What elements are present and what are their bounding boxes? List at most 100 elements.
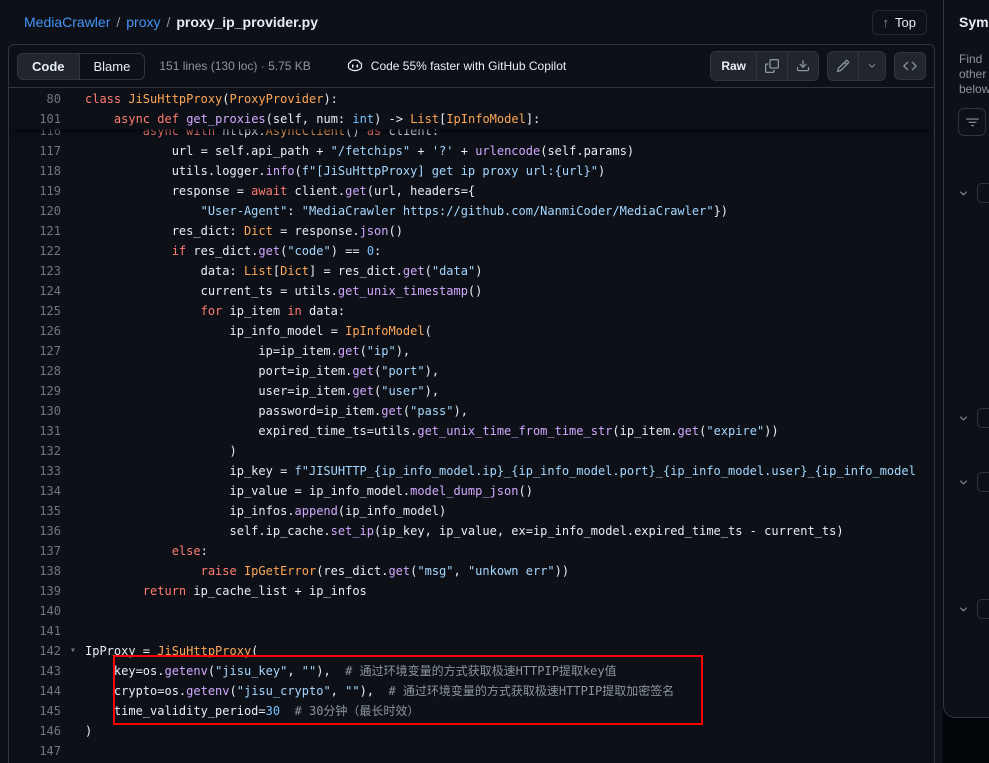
line-number[interactable]: 144 (9, 681, 61, 701)
code-line: 122 if res_dict.get("code") == 0: (9, 241, 934, 261)
symbol-item[interactable] (977, 599, 989, 619)
line-number[interactable]: 139 (9, 581, 61, 601)
filter-button[interactable] (958, 108, 986, 136)
symbols-desc-line: other (959, 67, 989, 82)
symbol-item[interactable] (977, 408, 989, 428)
gutter (61, 321, 85, 341)
breadcrumb-repo-link[interactable]: MediaCrawler (24, 14, 110, 30)
symbols-desc-line: Find (959, 52, 989, 67)
line-number[interactable]: 145 (9, 701, 61, 721)
code-line: 146) (9, 721, 934, 741)
gutter (61, 341, 85, 361)
code-line: 131 expired_time_ts=utils.get_unix_time_… (9, 421, 934, 441)
line-number[interactable]: 117 (9, 141, 61, 161)
line-number[interactable]: 101 (9, 109, 61, 129)
line-number[interactable]: 143 (9, 661, 61, 681)
line-number[interactable]: 134 (9, 481, 61, 501)
code-line: 121 res_dict: Dict = response.json() (9, 221, 934, 241)
file-toolbar: Code Blame 151 lines (130 loc) · 5.75 KB… (9, 45, 934, 88)
line-number[interactable]: 128 (9, 361, 61, 381)
line-number[interactable]: 124 (9, 281, 61, 301)
line-number[interactable]: 146 (9, 721, 61, 741)
line-number[interactable]: 129 (9, 381, 61, 401)
gutter (61, 261, 85, 281)
gutter (61, 541, 85, 561)
line-number[interactable]: 133 (9, 461, 61, 481)
line-number[interactable]: 135 (9, 501, 61, 521)
code-text: current_ts = utils.get_unix_timestamp() (85, 281, 934, 301)
copilot-icon (347, 58, 363, 74)
copilot-banner[interactable]: Code 55% faster with GitHub Copilot (347, 58, 566, 74)
line-number[interactable]: 126 (9, 321, 61, 341)
line-number[interactable]: 136 (9, 521, 61, 541)
symbols-toggle-button[interactable] (894, 52, 926, 80)
code-text: expired_time_ts=utils.get_unix_time_from… (85, 421, 934, 441)
code-line: 119 response = await client.get(url, hea… (9, 181, 934, 201)
line-number[interactable]: 125 (9, 301, 61, 321)
line-number[interactable]: 123 (9, 261, 61, 281)
gutter (61, 181, 85, 201)
line-number[interactable]: 142 (9, 641, 61, 661)
gutter (61, 89, 85, 109)
tab-code[interactable]: Code (18, 54, 79, 79)
code-line: 120 "User-Agent": "MediaCrawler https://… (9, 201, 934, 221)
line-number[interactable]: 122 (9, 241, 61, 261)
code-text: password=ip_item.get("pass"), (85, 401, 934, 421)
line-number[interactable]: 131 (9, 421, 61, 441)
line-number[interactable]: 127 (9, 341, 61, 361)
line-number[interactable]: 141 (9, 621, 61, 641)
line-number[interactable]: 132 (9, 441, 61, 461)
edit-button-group (827, 51, 886, 81)
copy-icon (765, 59, 779, 73)
code-rows: 116 async with httpx.AsyncClient() as cl… (9, 89, 934, 761)
gutter (61, 201, 85, 221)
tab-blame[interactable]: Blame (79, 54, 145, 79)
code-text (85, 601, 934, 621)
edit-dropdown-button[interactable] (858, 52, 885, 80)
symbol-item[interactable] (977, 183, 989, 203)
gutter (61, 501, 85, 521)
breadcrumb-folder-link[interactable]: proxy (126, 14, 160, 30)
code-text: ip_key = f"JISUHTTP_{ip_info_model.ip}_{… (85, 461, 934, 481)
symbol-tree-section[interactable] (958, 472, 989, 492)
gutter (61, 361, 85, 381)
line-number[interactable]: 80 (9, 89, 61, 109)
download-raw-button[interactable] (787, 52, 818, 80)
gutter (61, 601, 85, 621)
line-number[interactable]: 118 (9, 161, 61, 181)
gutter (61, 621, 85, 641)
gutter (61, 109, 85, 129)
symbol-tree-section[interactable] (958, 599, 989, 619)
code-text (85, 621, 934, 641)
code-text: if res_dict.get("code") == 0: (85, 241, 934, 261)
raw-button[interactable]: Raw (711, 52, 756, 80)
code-line: 145 time_validity_period=30 # 30分钟（最长时效） (9, 701, 934, 721)
code-text: res_dict: Dict = response.json() (85, 221, 934, 241)
line-number[interactable]: 120 (9, 201, 61, 221)
code-line: 130 password=ip_item.get("pass"), (9, 401, 934, 421)
line-number[interactable]: 130 (9, 401, 61, 421)
symbol-item[interactable] (977, 472, 989, 492)
line-number[interactable]: 140 (9, 601, 61, 621)
fold-chevron-icon[interactable]: ▾ (61, 641, 85, 661)
gutter (61, 281, 85, 301)
back-to-top-button[interactable]: ↑ Top (872, 10, 927, 35)
code-area: 116 async with httpx.AsyncClient() as cl… (9, 89, 934, 763)
line-number[interactable]: 137 (9, 541, 61, 561)
code-text: response = await client.get(url, headers… (85, 181, 934, 201)
copy-raw-button[interactable] (756, 52, 787, 80)
gutter (61, 681, 85, 701)
code-text: for ip_item in data: (85, 301, 934, 321)
breadcrumb: MediaCrawler / proxy / proxy_ip_provider… (0, 0, 943, 44)
line-number[interactable]: 147 (9, 741, 61, 761)
line-number[interactable]: 138 (9, 561, 61, 581)
symbol-tree-section[interactable] (958, 408, 989, 428)
code-text: async def get_proxies(self, num: int) ->… (85, 109, 934, 129)
code-line: 142▾IpProxy = JiSuHttpProxy( (9, 641, 934, 661)
gutter (61, 561, 85, 581)
line-number[interactable]: 121 (9, 221, 61, 241)
edit-pencil-button[interactable] (828, 52, 858, 80)
symbol-tree-section[interactable] (958, 183, 989, 203)
code-text (85, 741, 934, 761)
line-number[interactable]: 119 (9, 181, 61, 201)
